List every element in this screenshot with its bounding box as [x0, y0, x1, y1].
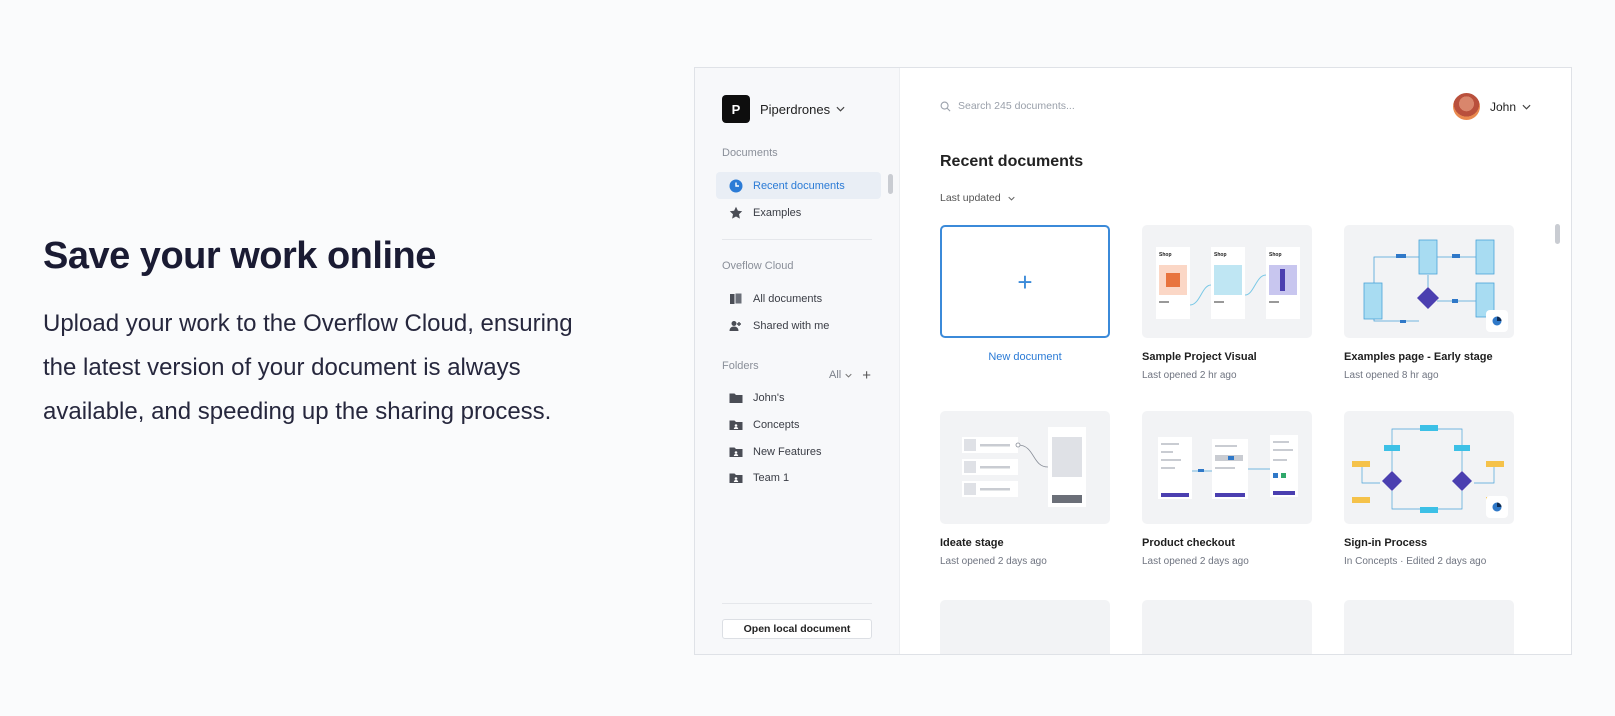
folders-filter[interactable]: All [829, 369, 841, 381]
sidebar-item-recent-documents[interactable]: Recent documents [716, 172, 881, 199]
sidebar-item-label: John's [753, 391, 785, 404]
cloud-sync-icon [1486, 496, 1508, 518]
sidebar-item-shared-with-me[interactable]: Shared with me [716, 312, 881, 339]
documents-section-label: Documents [722, 147, 778, 159]
open-local-document-button[interactable]: Open local document [722, 619, 872, 639]
checkout-flow-preview [1158, 435, 1298, 499]
document-title: Examples page - Early stage [1344, 351, 1493, 363]
sidebar-item-label: Concepts [753, 418, 800, 431]
sort-label: Last updated [940, 192, 1001, 204]
sidebar-item-label: All documents [753, 292, 823, 305]
search-input[interactable]: Search 245 documents... [958, 100, 1075, 112]
hero-body: Upload your work to the Overflow Cloud, … [43, 310, 573, 425]
workspace-logo: P [722, 95, 750, 123]
sidebar-item-folder-new-features[interactable]: New Features [716, 438, 881, 465]
workspace-name: Piperdrones [760, 101, 831, 117]
document-card[interactable]: Product checkout Last opened 2 days ago [1142, 411, 1312, 567]
document-thumbnail[interactable] [1344, 600, 1514, 654]
plus-icon: + [1017, 266, 1033, 297]
sidebar-divider [722, 239, 872, 240]
sidebar-divider [722, 603, 872, 604]
new-document-label[interactable]: New document [940, 351, 1110, 363]
chevron-down-icon [1008, 196, 1015, 201]
document-meta: Last opened 8 hr ago [1344, 370, 1439, 381]
sidebar-item-label: Shared with me [753, 319, 830, 332]
hero: Save your work online Upload your work t… [43, 228, 603, 434]
sidebar-item-label: Team 1 [753, 471, 790, 484]
document-meta: In Concepts · Edited 2 days ago [1344, 556, 1487, 567]
document-title: Ideate stage [940, 537, 1004, 549]
chevron-down-icon [845, 373, 852, 378]
document-card[interactable]: Sign-in Process In Concepts · Edited 2 d… [1344, 411, 1514, 567]
new-document-thumbnail[interactable]: + [940, 225, 1110, 338]
app-window: × P Piperdrones Documents Recent documen… [694, 67, 1572, 655]
new-document-card[interactable]: + New document [940, 225, 1110, 363]
document-thumbnail[interactable] [940, 411, 1110, 524]
document-title: Product checkout [1142, 537, 1235, 549]
search-icon [940, 101, 951, 112]
user-menu[interactable]: John [1452, 93, 1531, 120]
document-meta: Last opened 2 days ago [1142, 556, 1249, 567]
sidebar-item-all-documents[interactable]: All documents [716, 285, 881, 312]
document-meta: Last opened 2 hr ago [1142, 370, 1237, 381]
avatar [1452, 93, 1480, 120]
sidebar-item-label: New Features [753, 445, 822, 458]
shared-folder-icon [729, 445, 743, 459]
chevron-down-icon [836, 106, 845, 112]
document-meta: Last opened 2 days ago [940, 556, 1047, 567]
document-card[interactable]: Shop Shop Shop Sample Project Visual Las… [1142, 225, 1312, 381]
clock-icon [729, 179, 743, 193]
document-thumbnail[interactable] [1142, 411, 1312, 524]
thumb-shop-label: Shop [1159, 252, 1172, 258]
sidebar-item-folder-concepts[interactable]: Concepts [716, 411, 881, 438]
shared-folder-icon [729, 418, 743, 432]
wireframe-preview [962, 427, 1086, 507]
document-thumbnail[interactable] [1344, 225, 1514, 338]
document-thumbnail[interactable]: Shop Shop Shop [1142, 225, 1312, 338]
shared-user-icon [729, 319, 743, 333]
shop-prototype-preview: Shop Shop Shop [1156, 247, 1300, 319]
document-title: Sample Project Visual [1142, 351, 1257, 363]
folders-section-label: Folders [722, 360, 759, 372]
sidebar-item-folder-team-1[interactable]: Team 1 [716, 464, 881, 491]
document-thumbnail[interactable] [1344, 411, 1514, 524]
cloud-sync-icon [1486, 310, 1508, 332]
sidebar-item-label: Recent documents [753, 179, 845, 192]
page-title: Recent documents [940, 153, 1084, 170]
document-card[interactable] [940, 600, 1110, 654]
document-title: Sign-in Process [1344, 537, 1428, 549]
hero-title: Save your work online [43, 235, 436, 277]
documents-icon [729, 292, 743, 306]
shared-folder-icon [729, 471, 743, 485]
document-card[interactable] [1344, 600, 1514, 654]
document-card[interactable] [1142, 600, 1312, 654]
sidebar-item-label: Examples [753, 206, 802, 219]
thumb-shop-label: Shop [1269, 252, 1282, 258]
document-card[interactable]: Examples page - Early stage Last opened … [1344, 225, 1514, 381]
star-icon [729, 206, 743, 220]
sidebar-scrollbar[interactable] [888, 174, 893, 194]
sidebar-item-folder-johns[interactable]: John's [716, 384, 881, 411]
thumb-shop-label: Shop [1214, 252, 1227, 258]
sidebar: P Piperdrones Documents Recent documents… [695, 68, 900, 654]
main-panel: Search 245 documents... John Recent docu… [900, 68, 1571, 654]
sort-dropdown[interactable]: Last updated [940, 192, 1015, 204]
document-card[interactable]: Ideate stage Last opened 2 days ago [940, 411, 1110, 567]
folders-tools: All + [829, 368, 871, 383]
sidebar-item-examples[interactable]: Examples [716, 199, 881, 226]
add-folder-icon[interactable]: + [862, 368, 871, 383]
document-thumbnail[interactable] [940, 600, 1110, 654]
chevron-down-icon [1522, 104, 1531, 110]
search-bar[interactable]: Search 245 documents... [940, 100, 1075, 112]
folder-icon [729, 391, 743, 405]
document-thumbnail[interactable] [1142, 600, 1312, 654]
cloud-section-label: Oveflow Cloud [722, 260, 794, 272]
workspace-switcher[interactable]: P Piperdrones [722, 95, 845, 123]
user-name: John [1489, 99, 1516, 114]
main-scrollbar[interactable] [1555, 224, 1560, 244]
